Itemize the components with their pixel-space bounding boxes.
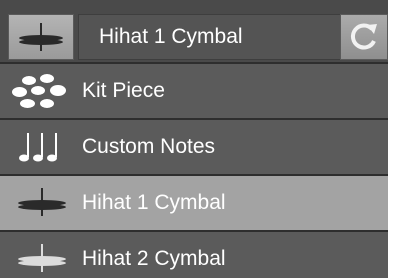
selected-value-field[interactable]: Hihat 1 Cymbal [78,14,342,60]
kit-piece-icon [10,72,74,110]
hihat-cymbal-icon [18,244,66,272]
refresh-button[interactable] [340,14,388,60]
drum-dropdown: Hihat 1 Cymbal Kit Piece Custom Notes Hi… [0,0,388,278]
menu-item-hihat-2-cymbal[interactable]: Hihat 2 Cymbal [0,232,388,278]
menu-item-hihat-1-cymbal[interactable]: Hihat 1 Cymbal [0,176,388,230]
hihat-cymbal-icon [19,23,63,51]
menu-item-label: Kit Piece [82,79,165,102]
menu-item-label: Hihat 1 Cymbal [82,191,226,214]
dropdown-header: Hihat 1 Cymbal [0,0,388,62]
menu-item-label: Custom Notes [82,135,216,158]
selected-icon-button[interactable] [8,14,74,60]
menu-item-custom-notes[interactable]: Custom Notes [0,120,388,174]
music-notes-icon [19,133,57,162]
menu-item-kit-piece[interactable]: Kit Piece [0,64,388,118]
menu-item-label: Hihat 2 Cymbal [82,247,226,270]
refresh-icon [350,23,377,50]
selected-value-label: Hihat 1 Cymbal [99,25,243,48]
hihat-cymbal-icon [18,188,66,216]
